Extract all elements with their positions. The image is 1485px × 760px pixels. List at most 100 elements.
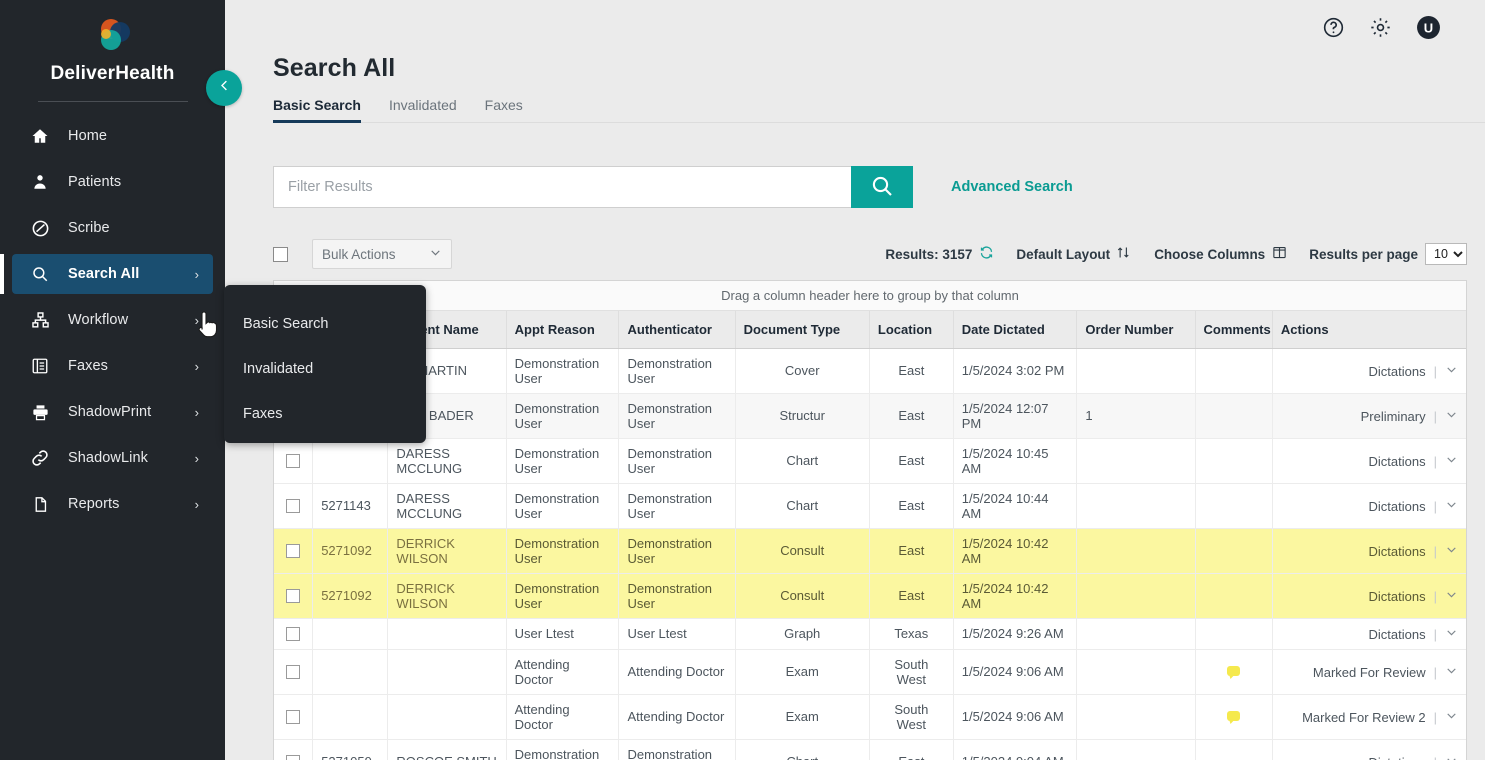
sidebar-item-label: Faxes — [68, 358, 195, 374]
avatar[interactable]: U — [1416, 15, 1441, 40]
cell-id: 5271092 — [313, 528, 388, 573]
th-actions[interactable]: Actions — [1272, 311, 1466, 348]
search-input[interactable] — [273, 166, 851, 208]
sidebar-item-label: Reports — [68, 496, 195, 512]
table-row[interactable]: 5271092DERRICK WILSONDemonstration UserD… — [274, 573, 1466, 618]
results-count-group: Results: 3157 — [885, 245, 994, 263]
comment-bubble-icon[interactable] — [1227, 666, 1240, 676]
action-label[interactable]: Dictations — [1369, 544, 1426, 559]
cell-patient-name — [388, 618, 506, 649]
action-label[interactable]: Dictations — [1369, 364, 1426, 379]
action-separator: | — [1434, 589, 1437, 604]
row-checkbox[interactable] — [286, 665, 300, 679]
table-row[interactable]: LINE BADERDemonstration UserDemonstratio… — [274, 393, 1466, 438]
th-appt-reason[interactable]: Appt Reason — [506, 311, 619, 348]
cell-actions: Preliminary| — [1272, 393, 1466, 438]
row-checkbox[interactable] — [286, 755, 300, 760]
flyout-item-basic-search[interactable]: Basic Search — [224, 301, 426, 346]
tab-faxes[interactable]: Faxes — [485, 97, 523, 122]
chevron-down-icon[interactable] — [1445, 365, 1458, 379]
comment-bubble-icon[interactable] — [1227, 711, 1240, 721]
row-checkbox[interactable] — [286, 710, 300, 724]
chevron-down-icon[interactable] — [1445, 666, 1458, 680]
table-row[interactable]: Attending DoctorAttending DoctorExamSout… — [274, 649, 1466, 694]
sidebar-item-shadowlink[interactable]: ShadowLink › — [12, 438, 213, 478]
bulk-actions-dropdown[interactable]: Bulk Actions — [312, 239, 452, 269]
table-row[interactable]: NA MARTINDemonstration UserDemonstration… — [274, 348, 1466, 393]
action-label[interactable]: Dictations — [1369, 499, 1426, 514]
sidebar-item-faxes[interactable]: Faxes › — [12, 346, 213, 386]
action-label[interactable]: Marked For Review 2 — [1302, 710, 1426, 725]
chevron-down-icon[interactable] — [1445, 711, 1458, 725]
th-date-dictated[interactable]: Date Dictated — [953, 311, 1077, 348]
row-checkbox[interactable] — [286, 544, 300, 558]
sidebar-item-workflow[interactable]: Workflow › — [12, 300, 213, 340]
action-label[interactable]: Dictations — [1369, 454, 1426, 469]
chevron-down-icon[interactable] — [1445, 590, 1458, 604]
cell-order-number — [1077, 348, 1195, 393]
row-checkbox-cell — [274, 618, 313, 649]
th-comments[interactable]: Comments — [1195, 311, 1272, 348]
row-checkbox[interactable] — [286, 589, 300, 603]
tab-invalidated[interactable]: Invalidated — [389, 97, 457, 122]
th-authenticator[interactable]: Authenticator — [619, 311, 735, 348]
action-label[interactable]: Dictations — [1369, 627, 1426, 642]
cell-comments — [1195, 348, 1272, 393]
chevron-down-icon[interactable] — [1445, 628, 1458, 642]
cell-date-dictated: 1/5/2024 10:45 AM — [953, 438, 1077, 483]
sidebar-item-scribe[interactable]: Scribe — [12, 208, 213, 248]
home-icon — [30, 126, 50, 146]
sidebar-item-home[interactable]: Home — [12, 116, 213, 156]
sidebar-item-reports[interactable]: Reports › — [12, 484, 213, 524]
chevron-down-icon[interactable] — [1445, 455, 1458, 469]
select-all-checkbox[interactable] — [273, 247, 288, 262]
action-label[interactable]: Dictations — [1369, 589, 1426, 604]
chevron-down-icon[interactable] — [1445, 756, 1458, 760]
sidebar-item-patients[interactable]: Patients — [12, 162, 213, 202]
chevron-down-icon[interactable] — [1445, 545, 1458, 559]
default-layout-button[interactable]: Default Layout — [1016, 245, 1132, 263]
sidebar-item-search-all[interactable]: Search All › — [12, 254, 213, 294]
choose-columns-button[interactable]: Choose Columns — [1154, 245, 1287, 263]
cell-date-dictated: 1/5/2024 9:26 AM — [953, 618, 1077, 649]
tab-basic-search[interactable]: Basic Search — [273, 97, 361, 122]
row-checkbox-cell — [274, 483, 313, 528]
refresh-icon[interactable] — [979, 245, 994, 263]
chevron-down-icon[interactable] — [1445, 410, 1458, 424]
row-checkbox[interactable] — [286, 627, 300, 641]
table-row[interactable]: Attending DoctorAttending DoctorExamSout… — [274, 694, 1466, 739]
search-submit-button[interactable] — [851, 166, 913, 208]
action-label[interactable]: Dictations — [1369, 755, 1426, 760]
th-order-number[interactable]: Order Number — [1077, 311, 1195, 348]
row-checkbox[interactable] — [286, 454, 300, 468]
row-checkbox[interactable] — [286, 499, 300, 513]
cell-patient-name: DARESS MCCLUNG — [388, 483, 506, 528]
flyout-item-invalidated[interactable]: Invalidated — [224, 346, 426, 391]
table-row[interactable]: 5271059ROSCOE SMITHDemonstration UserDem… — [274, 739, 1466, 760]
cell-authenticator: Demonstration User — [619, 528, 735, 573]
th-document-type[interactable]: Document Type — [735, 311, 869, 348]
table-row[interactable]: User LtestUser LtestGraphTexas1/5/2024 9… — [274, 618, 1466, 649]
table-row[interactable]: 5271143DARESS MCCLUNGDemonstration UserD… — [274, 483, 1466, 528]
action-label[interactable]: Preliminary — [1361, 409, 1426, 424]
table-row[interactable]: DARESS MCCLUNGDemonstration UserDemonstr… — [274, 438, 1466, 483]
chevron-right-icon: › — [195, 359, 199, 374]
table-row[interactable]: 5271092DERRICK WILSONDemonstration UserD… — [274, 528, 1466, 573]
flyout-item-faxes[interactable]: Faxes — [224, 391, 426, 436]
results-per-page-select[interactable]: 10 — [1425, 243, 1467, 265]
group-drop-area[interactable]: Drag a column header here to group by th… — [274, 281, 1466, 311]
cell-appt-reason: Demonstration User — [506, 438, 619, 483]
advanced-search-link[interactable]: Advanced Search — [951, 179, 1073, 195]
cell-id — [313, 438, 388, 483]
action-separator: | — [1434, 665, 1437, 680]
help-circle-icon[interactable] — [1322, 16, 1345, 39]
action-separator: | — [1434, 627, 1437, 642]
sidebar-item-label: ShadowLink — [68, 450, 195, 466]
gear-icon[interactable] — [1369, 16, 1392, 39]
chevron-down-icon[interactable] — [1445, 500, 1458, 514]
th-location[interactable]: Location — [869, 311, 953, 348]
sidebar-item-shadowprint[interactable]: ShadowPrint › — [12, 392, 213, 432]
action-label[interactable]: Marked For Review — [1313, 665, 1426, 680]
sidebar-collapse-button[interactable] — [206, 70, 242, 106]
results-table: Patient Name Appt Reason Authenticator D… — [274, 311, 1466, 760]
